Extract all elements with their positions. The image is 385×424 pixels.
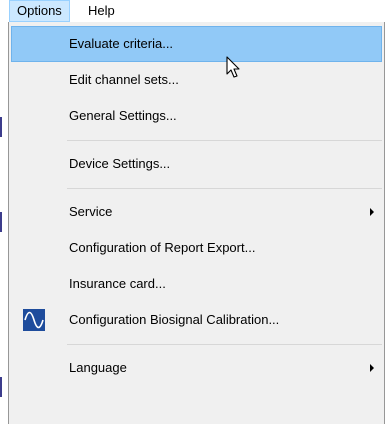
menu-bar: Options Help [0,0,385,23]
menu-item-label: General Settings... [69,108,177,123]
options-dropdown-menu: Evaluate criteria... Edit channel sets..… [8,22,385,424]
menu-item-label: Configuration Biosignal Calibration... [69,312,280,327]
background-window-edge [0,22,8,424]
submenu-arrow-icon [370,364,374,372]
menu-item-general-settings[interactable]: General Settings... [11,98,382,134]
menu-options[interactable]: Options [9,0,70,22]
menu-separator [67,344,382,345]
sine-wave-icon [23,309,45,331]
menu-item-device-settings[interactable]: Device Settings... [11,146,382,182]
menu-item-label: Device Settings... [69,156,171,171]
menu-item-label: Evaluate criteria... [69,36,174,51]
menu-item-label: Edit channel sets... [69,72,179,87]
menu-separator [67,140,382,141]
menu-item-label: Configuration of Report Export... [69,240,256,255]
edge-stub [0,212,2,232]
submenu-arrow-icon [370,208,374,216]
edge-stub [0,377,2,397]
menu-help-label: Help [88,3,115,18]
menu-item-configuration-of-report-export[interactable]: Configuration of Report Export... [11,230,382,266]
menu-item-label: Service [69,204,113,219]
menu-item-insurance-card[interactable]: Insurance card... [11,266,382,302]
menu-item-configuration-biosignal-calibration[interactable]: Configuration Biosignal Calibration... [11,302,382,338]
edge-stub [0,117,2,137]
menu-help[interactable]: Help [81,0,122,22]
mouse-cursor-icon [226,56,240,78]
menu-item-service[interactable]: Service [11,194,382,230]
menu-item-language[interactable]: Language [11,350,382,386]
menu-item-label: Insurance card... [69,276,166,291]
menu-options-label: Options [17,3,62,18]
menu-item-label: Language [69,360,127,375]
menu-item-edit-channel-sets[interactable]: Edit channel sets... [11,62,382,98]
menu-separator [67,188,382,189]
menu-item-evaluate-criteria[interactable]: Evaluate criteria... [11,26,382,62]
